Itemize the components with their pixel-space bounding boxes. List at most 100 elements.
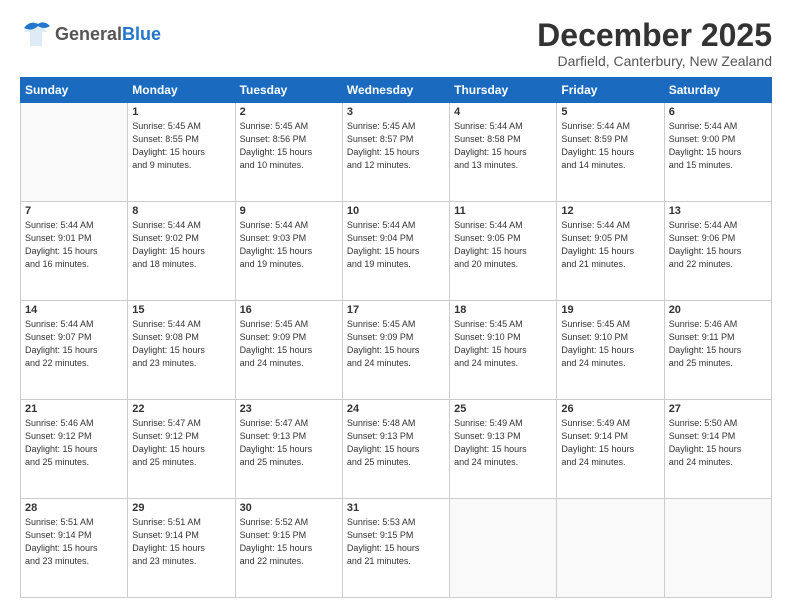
table-row: 2 Sunrise: 5:45 AM Sunset: 8:56 PM Daylig… xyxy=(235,103,342,202)
table-row: 28 Sunrise: 5:51 AM Sunset: 9:14 PM Dayli… xyxy=(21,499,128,598)
day-info: Sunrise: 5:51 AM Sunset: 9:14 PM Dayligh… xyxy=(25,516,123,568)
day-number: 10 xyxy=(347,205,445,217)
day-info: Sunrise: 5:44 AM Sunset: 9:00 PM Dayligh… xyxy=(669,120,767,172)
day-info: Sunrise: 5:49 AM Sunset: 9:13 PM Dayligh… xyxy=(454,417,552,469)
table-row: 13 Sunrise: 5:44 AM Sunset: 9:06 PM Dayli… xyxy=(664,202,771,301)
day-info: Sunrise: 5:45 AM Sunset: 9:09 PM Dayligh… xyxy=(240,318,338,370)
day-number: 20 xyxy=(669,304,767,316)
table-row: 22 Sunrise: 5:47 AM Sunset: 9:12 PM Dayli… xyxy=(128,400,235,499)
logo: GeneralBlue xyxy=(20,18,161,50)
day-info: Sunrise: 5:47 AM Sunset: 9:12 PM Dayligh… xyxy=(132,417,230,469)
title-block: December 2025 Darfield, Canterbury, New … xyxy=(537,18,772,69)
day-number: 27 xyxy=(669,403,767,415)
table-row: 8Sunrise: 5:44 AM Sunset: 9:02 PM Daylig… xyxy=(128,202,235,301)
table-row: 26 Sunrise: 5:49 AM Sunset: 9:14 PM Dayli… xyxy=(557,400,664,499)
day-info: Sunrise: 5:44 AM Sunset: 9:04 PM Dayligh… xyxy=(347,219,445,271)
table-row: 27Sunrise: 5:50 AM Sunset: 9:14 PM Dayli… xyxy=(664,400,771,499)
table-row: 10 Sunrise: 5:44 AM Sunset: 9:04 PM Dayli… xyxy=(342,202,449,301)
day-number: 4 xyxy=(454,106,552,118)
day-number: 24 xyxy=(347,403,445,415)
day-number: 2 xyxy=(240,106,338,118)
day-number: 17 xyxy=(347,304,445,316)
day-info: Sunrise: 5:45 AM Sunset: 8:56 PM Dayligh… xyxy=(240,120,338,172)
day-number: 25 xyxy=(454,403,552,415)
day-info: Sunrise: 5:44 AM Sunset: 9:06 PM Dayligh… xyxy=(669,219,767,271)
day-number: 15 xyxy=(132,304,230,316)
table-row xyxy=(557,499,664,598)
logo-svg xyxy=(20,18,52,50)
calendar-header-row: Sunday Monday Tuesday Wednesday Thursday… xyxy=(21,78,772,103)
day-number: 16 xyxy=(240,304,338,316)
day-number: 21 xyxy=(25,403,123,415)
day-number: 1 xyxy=(132,106,230,118)
table-row xyxy=(450,499,557,598)
day-number: 13 xyxy=(669,205,767,217)
day-info: Sunrise: 5:44 AM Sunset: 9:03 PM Dayligh… xyxy=(240,219,338,271)
day-info: Sunrise: 5:44 AM Sunset: 9:05 PM Dayligh… xyxy=(454,219,552,271)
day-info: Sunrise: 5:48 AM Sunset: 9:13 PM Dayligh… xyxy=(347,417,445,469)
table-row: 12 Sunrise: 5:44 AM Sunset: 9:05 PM Dayli… xyxy=(557,202,664,301)
day-number: 23 xyxy=(240,403,338,415)
day-info: Sunrise: 5:49 AM Sunset: 9:14 PM Dayligh… xyxy=(561,417,659,469)
day-number: 6 xyxy=(669,106,767,118)
day-info: Sunrise: 5:46 AM Sunset: 9:12 PM Dayligh… xyxy=(25,417,123,469)
calendar-week-row: 21 Sunrise: 5:46 AM Sunset: 9:12 PM Dayli… xyxy=(21,400,772,499)
calendar-week-row: 14 Sunrise: 5:44 AM Sunset: 9:07 PM Dayli… xyxy=(21,301,772,400)
col-tuesday: Tuesday xyxy=(235,78,342,103)
table-row: 11 Sunrise: 5:44 AM Sunset: 9:05 PM Dayli… xyxy=(450,202,557,301)
day-info: Sunrise: 5:45 AM Sunset: 8:55 PM Dayligh… xyxy=(132,120,230,172)
day-info: Sunrise: 5:45 AM Sunset: 9:10 PM Dayligh… xyxy=(454,318,552,370)
day-number: 11 xyxy=(454,205,552,217)
col-friday: Friday xyxy=(557,78,664,103)
col-sunday: Sunday xyxy=(21,78,128,103)
table-row: 4 Sunrise: 5:44 AM Sunset: 8:58 PM Daylig… xyxy=(450,103,557,202)
location: Darfield, Canterbury, New Zealand xyxy=(537,53,772,69)
day-info: Sunrise: 5:44 AM Sunset: 9:07 PM Dayligh… xyxy=(25,318,123,370)
day-number: 14 xyxy=(25,304,123,316)
day-number: 19 xyxy=(561,304,659,316)
day-info: Sunrise: 5:52 AM Sunset: 9:15 PM Dayligh… xyxy=(240,516,338,568)
day-info: Sunrise: 5:44 AM Sunset: 8:58 PM Dayligh… xyxy=(454,120,552,172)
table-row: 14 Sunrise: 5:44 AM Sunset: 9:07 PM Dayli… xyxy=(21,301,128,400)
col-wednesday: Wednesday xyxy=(342,78,449,103)
header: GeneralBlue December 2025 Darfield, Cant… xyxy=(20,18,772,69)
day-info: Sunrise: 5:44 AM Sunset: 8:59 PM Dayligh… xyxy=(561,120,659,172)
day-info: Sunrise: 5:51 AM Sunset: 9:14 PM Dayligh… xyxy=(132,516,230,568)
table-row: 16 Sunrise: 5:45 AM Sunset: 9:09 PM Dayli… xyxy=(235,301,342,400)
day-info: Sunrise: 5:45 AM Sunset: 8:57 PM Dayligh… xyxy=(347,120,445,172)
day-info: Sunrise: 5:47 AM Sunset: 9:13 PM Dayligh… xyxy=(240,417,338,469)
table-row: 19 Sunrise: 5:45 AM Sunset: 9:10 PM Dayli… xyxy=(557,301,664,400)
day-info: Sunrise: 5:45 AM Sunset: 9:10 PM Dayligh… xyxy=(561,318,659,370)
table-row: 24 Sunrise: 5:48 AM Sunset: 9:13 PM Dayli… xyxy=(342,400,449,499)
table-row xyxy=(664,499,771,598)
day-info: Sunrise: 5:45 AM Sunset: 9:09 PM Dayligh… xyxy=(347,318,445,370)
day-number: 29 xyxy=(132,502,230,514)
day-number: 5 xyxy=(561,106,659,118)
day-number: 28 xyxy=(25,502,123,514)
day-number: 18 xyxy=(454,304,552,316)
col-monday: Monday xyxy=(128,78,235,103)
day-number: 31 xyxy=(347,502,445,514)
table-row: 1 Sunrise: 5:45 AM Sunset: 8:55 PM Daylig… xyxy=(128,103,235,202)
day-info: Sunrise: 5:53 AM Sunset: 9:15 PM Dayligh… xyxy=(347,516,445,568)
day-number: 12 xyxy=(561,205,659,217)
month-title: December 2025 xyxy=(537,18,772,53)
table-row: 18 Sunrise: 5:45 AM Sunset: 9:10 PM Dayli… xyxy=(450,301,557,400)
day-number: 3 xyxy=(347,106,445,118)
table-row xyxy=(21,103,128,202)
col-thursday: Thursday xyxy=(450,78,557,103)
day-info: Sunrise: 5:44 AM Sunset: 9:01 PM Dayligh… xyxy=(25,219,123,271)
table-row: 23 Sunrise: 5:47 AM Sunset: 9:13 PM Dayli… xyxy=(235,400,342,499)
day-number: 26 xyxy=(561,403,659,415)
day-info: Sunrise: 5:44 AM Sunset: 9:02 PM Dayligh… xyxy=(132,219,230,271)
day-number: 22 xyxy=(132,403,230,415)
day-info: Sunrise: 5:44 AM Sunset: 9:05 PM Dayligh… xyxy=(561,219,659,271)
table-row: 21 Sunrise: 5:46 AM Sunset: 9:12 PM Dayli… xyxy=(21,400,128,499)
calendar-week-row: 1 Sunrise: 5:45 AM Sunset: 8:55 PM Daylig… xyxy=(21,103,772,202)
table-row: 9Sunrise: 5:44 AM Sunset: 9:03 PM Daylig… xyxy=(235,202,342,301)
calendar: Sunday Monday Tuesday Wednesday Thursday… xyxy=(20,77,772,598)
day-number: 30 xyxy=(240,502,338,514)
table-row: 7Sunrise: 5:44 AM Sunset: 9:01 PM Daylig… xyxy=(21,202,128,301)
page: GeneralBlue December 2025 Darfield, Cant… xyxy=(0,0,792,612)
calendar-week-row: 28 Sunrise: 5:51 AM Sunset: 9:14 PM Dayli… xyxy=(21,499,772,598)
